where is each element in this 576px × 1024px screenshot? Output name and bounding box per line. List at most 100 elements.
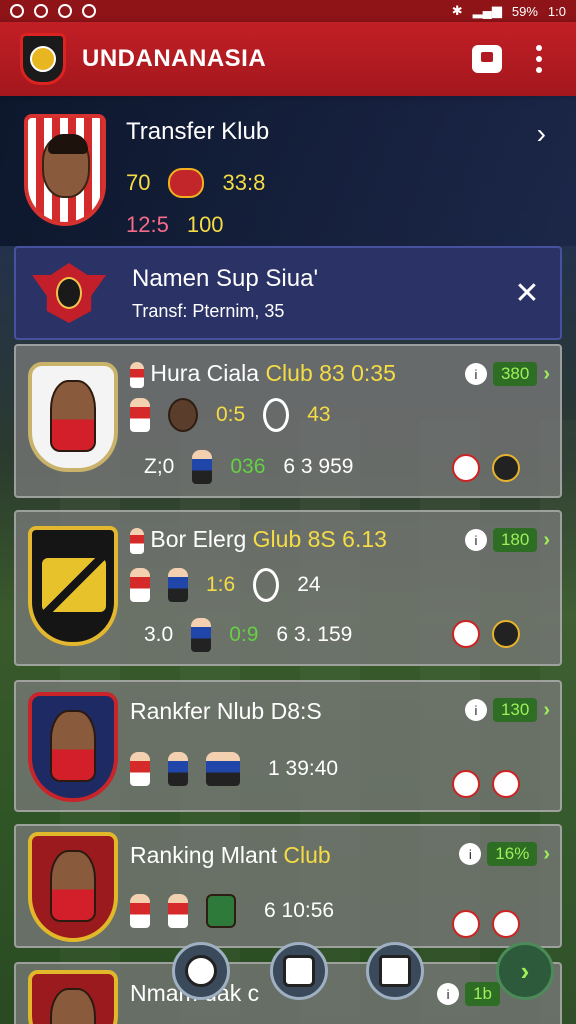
club-badge-icon	[452, 910, 480, 938]
club-badge-icon	[452, 454, 480, 482]
rating-value: 380	[492, 362, 538, 386]
card-value: 1 39:40	[268, 757, 339, 780]
player-icon	[192, 450, 213, 484]
player-avatar	[28, 692, 118, 802]
card-stat: 036	[230, 455, 266, 478]
trophy-icon	[253, 568, 280, 602]
club-badge-icon	[452, 620, 480, 648]
player-avatar	[28, 362, 118, 472]
card-value: 6 3. 159	[276, 623, 353, 646]
next-arrow-icon[interactable]: ›	[496, 942, 554, 1000]
more-icon[interactable]	[522, 42, 556, 76]
hero-stat: 70	[126, 170, 151, 195]
close-icon[interactable]: ✕	[510, 276, 544, 311]
card-title-highlight: Glub 8S 6.13	[252, 526, 387, 552]
rating-badge[interactable]: i 380 ›	[464, 362, 550, 386]
card-value: 6 10:56	[264, 899, 335, 922]
player-icon	[130, 361, 144, 388]
card-title-highlight: Club 83 0:35	[265, 360, 396, 386]
notification-icon	[10, 4, 24, 18]
status-bar: ✱ ▂▄▆ 59% 1:0	[0, 0, 576, 22]
card-title: Ranking Mlant	[130, 842, 278, 868]
club-badge-icon	[452, 770, 480, 798]
card-title: Hura Ciala	[150, 360, 260, 386]
club-shield-icon	[206, 894, 236, 928]
notification-title: Namen Sup Siua'	[132, 264, 319, 292]
info-icon: i	[459, 843, 482, 865]
chevron-right-icon: ›	[543, 842, 550, 865]
goalkeeper-icon	[206, 752, 240, 786]
club-badge-icon	[492, 454, 520, 482]
card-stat: Z;0	[144, 455, 175, 478]
stadium-icon[interactable]	[270, 942, 328, 1000]
bottom-action-bar: ›	[0, 942, 576, 1006]
rating-value: 180	[492, 528, 538, 552]
card-stat: 43	[307, 403, 331, 426]
chevron-right-icon: ›	[543, 528, 550, 551]
player-icon	[168, 894, 188, 928]
info-icon: i	[464, 699, 487, 721]
notification-subtitle: Transf: Pternim, 35	[132, 300, 285, 321]
club-crest-icon	[32, 263, 106, 323]
list-item[interactable]: Ranking Mlant Club 6 10:56 i 16% ›	[14, 824, 562, 948]
rating-badge[interactable]: i 16% ›	[459, 842, 550, 866]
card-stat: 3.0	[144, 623, 174, 646]
info-icon: i	[464, 529, 487, 551]
card-stat: 0:5	[216, 403, 246, 426]
battery-level: 59%	[511, 3, 538, 19]
player-icon	[130, 398, 150, 432]
app-bar: UNDANANASIA	[0, 22, 576, 96]
list-item[interactable]: Rankfer Nlub D8:S 1 39:40 i 130 ›	[14, 680, 562, 812]
player-icon	[130, 568, 150, 602]
info-icon: i	[464, 363, 487, 385]
club-logo[interactable]	[20, 33, 66, 85]
featured-transfer-panel[interactable]: Transfer Klub 70 33:8 12:5 100 ›	[0, 96, 576, 246]
clock: 1:0	[547, 3, 566, 19]
club-icons	[452, 910, 520, 938]
card-value: 6 3 959	[283, 455, 354, 478]
chevron-right-icon[interactable]: ›	[537, 118, 546, 150]
hero-stat: 100	[186, 212, 224, 237]
trophy-icon	[263, 398, 290, 432]
signal-icon: ▂▄▆	[472, 3, 502, 18]
jersey-icon	[168, 168, 205, 198]
notification-banner[interactable]: Namen Sup Siua' Transf: Pternim, 35 ✕	[14, 246, 562, 340]
file-icon	[58, 4, 72, 18]
hero-stat: 33:8	[222, 170, 266, 195]
card-stat: 1:6	[206, 573, 236, 596]
player-avatar	[24, 114, 106, 226]
card-title: Rankfer Nlub D8:S	[130, 698, 322, 724]
club-badge-icon	[492, 620, 520, 648]
player-icon	[130, 527, 144, 554]
hero-title: Transfer Klub	[126, 118, 270, 145]
club-badge-icon	[492, 910, 520, 938]
hero-stat: 12:5	[126, 212, 169, 237]
rating-value: 16%	[487, 842, 538, 866]
rating-badge[interactable]: i 130 ›	[464, 698, 550, 722]
location-icon	[34, 4, 48, 18]
club-badge-icon	[492, 770, 520, 798]
grid-icon[interactable]	[470, 42, 504, 76]
player-icon	[168, 752, 188, 786]
rating-value: 130	[492, 698, 538, 722]
card-stat: 0:9	[229, 623, 259, 646]
player-icon	[168, 568, 188, 602]
player-icon	[130, 752, 150, 786]
club-icons	[452, 770, 520, 798]
list-item[interactable]: Hura Ciala Club 83 0:35 0:5 43 Z;0 036 6…	[14, 344, 562, 498]
whistle-icon[interactable]	[366, 942, 424, 1000]
player-icon	[191, 618, 212, 652]
app-icon	[82, 4, 96, 18]
player-avatar	[28, 832, 118, 942]
card-stat: 24	[297, 573, 321, 596]
player-icon	[130, 894, 150, 928]
club-icons	[452, 620, 520, 648]
club-crest	[28, 526, 118, 646]
rating-badge[interactable]: i 180 ›	[464, 528, 550, 552]
club-icons	[452, 454, 520, 482]
bluetooth-icon: ✱	[451, 3, 463, 18]
ball-icon	[168, 398, 198, 432]
chevron-right-icon: ›	[543, 362, 550, 385]
list-item[interactable]: Bor Elerg Glub 8S 6.13 1:6 24 3.0 0:9 6 …	[14, 510, 562, 666]
soccer-ball-icon[interactable]	[172, 942, 230, 1000]
